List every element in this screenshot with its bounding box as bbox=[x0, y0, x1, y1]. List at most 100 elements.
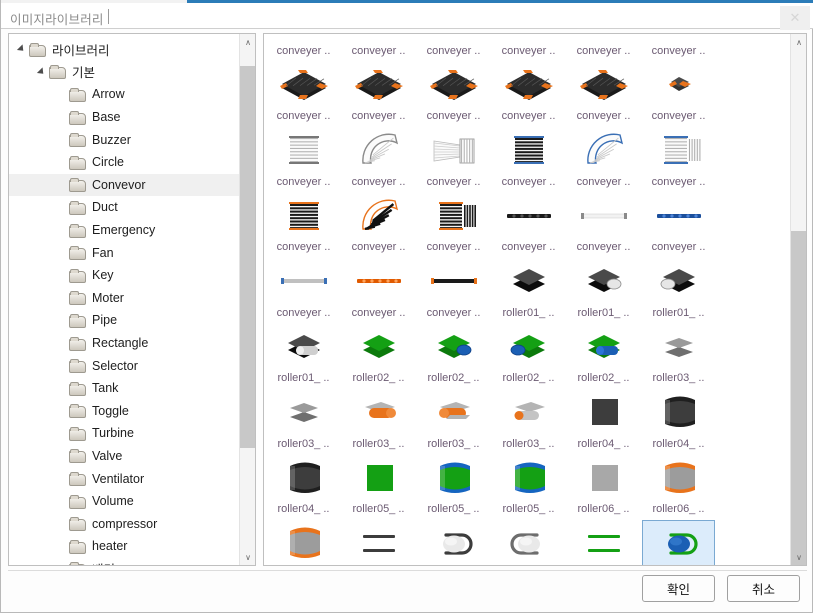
image-grid-item[interactable]: conveyer .. bbox=[417, 62, 490, 128]
ok-button[interactable]: 확인 bbox=[642, 575, 715, 602]
image-grid-item[interactable]: roller05_ .. bbox=[417, 455, 490, 521]
image-grid-item[interactable]: conveyer .. bbox=[567, 193, 640, 259]
tree-item-base[interactable]: Base bbox=[9, 106, 240, 129]
image-grid-item[interactable]: conveyer .. bbox=[267, 127, 340, 193]
image-grid-item[interactable]: conveyer .. bbox=[342, 258, 415, 324]
image-grid-item[interactable]: conveyer .. bbox=[567, 34, 640, 62]
grid-scroll-up-icon[interactable]: ∧ bbox=[791, 34, 806, 50]
image-grid-item[interactable]: roller07_ .. bbox=[342, 520, 415, 565]
image-grid-item[interactable]: roller01_ .. bbox=[267, 324, 340, 390]
image-grid-item[interactable]: conveyer .. bbox=[417, 34, 490, 62]
tree-item-convevor[interactable]: Convevor bbox=[9, 173, 240, 197]
bar-grey-icon bbox=[276, 260, 332, 307]
image-grid-item[interactable]: roller02_ .. bbox=[492, 324, 565, 390]
image-grid-item[interactable]: conveyer .. bbox=[492, 193, 565, 259]
image-grid-item[interactable]: roller03_ .. bbox=[417, 389, 490, 455]
image-grid-item[interactable]: conveyer .. bbox=[267, 62, 340, 128]
image-grid-item[interactable]: conveyer .. bbox=[267, 193, 340, 259]
image-grid-item[interactable]: conveyer .. bbox=[567, 62, 640, 128]
image-grid-item[interactable]: conveyer .. bbox=[492, 62, 565, 128]
image-grid-item[interactable]: roller01_ .. bbox=[567, 258, 640, 324]
square-grey-icon bbox=[576, 457, 632, 504]
tree-item-moter[interactable]: Moter bbox=[9, 287, 240, 310]
tree-item-selector[interactable]: Selector bbox=[9, 354, 240, 377]
image-grid-item[interactable]: roller03_ .. bbox=[492, 389, 565, 455]
image-grid-item[interactable]: roller07_ .. bbox=[492, 520, 565, 565]
image-grid-item[interactable]: roller08_ .. bbox=[567, 520, 640, 565]
tree-item-key[interactable]: Key bbox=[9, 264, 240, 287]
grid-scrollbar[interactable]: ∧ ∨ bbox=[790, 34, 806, 565]
expand-arrow-icon[interactable] bbox=[36, 67, 47, 77]
image-grid-item[interactable]: conveyer .. bbox=[417, 127, 490, 193]
tree-scrollbar[interactable]: ∧ ∨ bbox=[239, 34, 255, 565]
tree-item-toggle[interactable]: Toggle bbox=[9, 400, 240, 423]
image-grid-item[interactable]: conveyer .. bbox=[642, 193, 715, 259]
image-grid-item[interactable]: roller03_ .. bbox=[642, 324, 715, 390]
image-grid-item[interactable]: roller02_ .. bbox=[567, 324, 640, 390]
image-grid-item[interactable]: roller01_ .. bbox=[642, 258, 715, 324]
image-grid-item[interactable]: conveyer .. bbox=[342, 127, 415, 193]
image-grid-item[interactable]: roller02_ .. bbox=[417, 324, 490, 390]
library-tree[interactable]: 라이브러리 기본 Arrow Base Buzzer Circle Convevor Duct… bbox=[9, 34, 240, 565]
image-grid-item[interactable]: conveyer .. bbox=[642, 127, 715, 193]
tree-item-valve[interactable]: Valve bbox=[9, 445, 240, 468]
tree-item-buzzer[interactable]: Buzzer bbox=[9, 128, 240, 151]
tree-item-duct[interactable]: Duct bbox=[9, 196, 240, 219]
close-icon[interactable]: ✕ bbox=[780, 6, 810, 30]
image-grid-item[interactable]: roller02_ .. bbox=[342, 324, 415, 390]
tree-item-turbine[interactable]: Turbine bbox=[9, 422, 240, 445]
tree-scroll-up-icon[interactable]: ∧ bbox=[240, 34, 255, 50]
image-grid-item[interactable]: conveyer .. bbox=[642, 62, 715, 128]
tree-item-compressor[interactable]: compressor bbox=[9, 512, 240, 535]
image-grid-item[interactable]: roller08_ .. bbox=[642, 520, 715, 565]
tree-scrollbar-thumb[interactable] bbox=[240, 65, 255, 449]
image-grid-item[interactable]: roller06_ .. bbox=[267, 520, 340, 565]
image-grid[interactable]: conveyer .. conveyer .. conveyer .. conveye… bbox=[264, 34, 791, 565]
tree-scroll-down-icon[interactable]: ∨ bbox=[240, 549, 255, 565]
tree-item-배경[interactable]: 배경 bbox=[9, 558, 240, 565]
image-grid-item[interactable]: roller01_ .. bbox=[492, 258, 565, 324]
image-grid-item[interactable]: roller03_ .. bbox=[342, 389, 415, 455]
image-grid-item[interactable]: conveyer .. bbox=[417, 193, 490, 259]
image-grid-item[interactable]: conveyer .. bbox=[492, 34, 565, 62]
grid-scroll-down-icon[interactable]: ∨ bbox=[791, 549, 806, 565]
tree-item-tank[interactable]: Tank bbox=[9, 377, 240, 400]
tree-item-ventilator[interactable]: Ventilator bbox=[9, 467, 240, 490]
tree-item-circle[interactable]: Circle bbox=[9, 151, 240, 174]
image-item-label: roller06_ .. bbox=[577, 503, 630, 515]
image-grid-item[interactable]: roller04_ .. bbox=[567, 389, 640, 455]
image-grid-item[interactable]: roller04_ .. bbox=[267, 455, 340, 521]
tree-item-emergency[interactable]: Emergency bbox=[9, 219, 240, 242]
image-grid-item[interactable]: conveyer .. bbox=[417, 258, 490, 324]
image-grid-item[interactable]: roller05_ .. bbox=[342, 455, 415, 521]
image-grid-item[interactable]: conveyer .. bbox=[642, 34, 715, 62]
image-grid-item[interactable]: roller05_ .. bbox=[492, 455, 565, 521]
tree-item-라이브러리[interactable]: 라이브러리 bbox=[9, 38, 240, 61]
image-grid-item[interactable]: roller06_ .. bbox=[642, 455, 715, 521]
tree-item-heater[interactable]: heater bbox=[9, 535, 240, 558]
image-grid-item[interactable]: roller07_ .. bbox=[417, 520, 490, 565]
image-grid-item[interactable]: roller06_ .. bbox=[567, 455, 640, 521]
tree-item-pipe[interactable]: Pipe bbox=[9, 309, 240, 332]
cancel-button[interactable]: 취소 bbox=[727, 575, 800, 602]
image-grid-item[interactable]: conveyer .. bbox=[342, 62, 415, 128]
tree-item-기본[interactable]: 기본 bbox=[9, 61, 240, 84]
image-grid-item[interactable]: roller04_ .. bbox=[642, 389, 715, 455]
folder-icon bbox=[69, 200, 86, 215]
tree-item-fan[interactable]: Fan bbox=[9, 241, 240, 264]
tree-item-volume[interactable]: Volume bbox=[9, 490, 240, 513]
image-grid-item[interactable]: conveyer .. bbox=[267, 258, 340, 324]
image-grid-item[interactable]: roller03_ .. bbox=[267, 389, 340, 455]
image-grid-item[interactable]: conveyer .. bbox=[567, 127, 640, 193]
tree-item-arrow[interactable]: Arrow bbox=[9, 83, 240, 106]
grid-scrollbar-thumb[interactable] bbox=[791, 230, 806, 565]
image-grid-item[interactable]: conveyer .. bbox=[267, 34, 340, 62]
expand-arrow-icon[interactable] bbox=[16, 44, 27, 54]
ladder-orange-icon bbox=[276, 195, 332, 242]
image-grid-item[interactable]: conveyer .. bbox=[492, 127, 565, 193]
image-grid-item[interactable]: conveyer .. bbox=[342, 34, 415, 62]
tree-item-rectangle[interactable]: Rectangle bbox=[9, 332, 240, 355]
image-grid-item[interactable]: conveyer .. bbox=[342, 193, 415, 259]
